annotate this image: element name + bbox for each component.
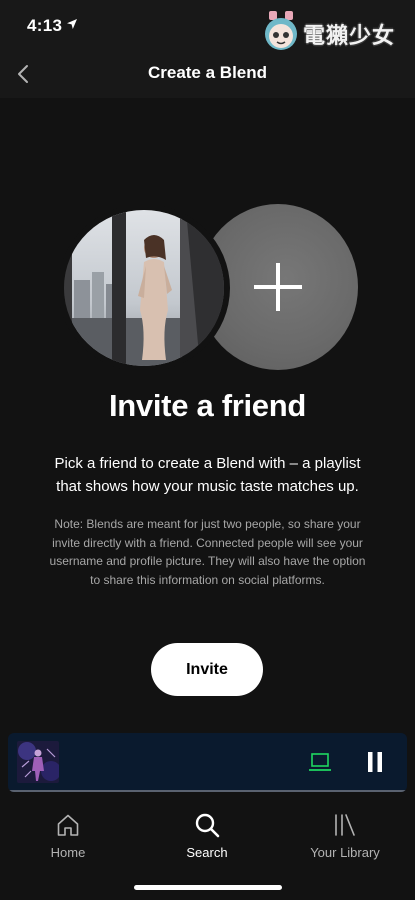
blend-avatars	[58, 204, 358, 372]
connect-device-icon[interactable]	[308, 750, 332, 774]
create-blend-screen: 4:13 電獺少女 Create a Blend Invite a friend…	[0, 0, 415, 900]
library-icon	[335, 814, 355, 836]
playback-progress-track	[8, 790, 407, 792]
privacy-note: Note: Blends are meant for just two peop…	[49, 517, 366, 587]
nav-header: Create a Blend	[0, 50, 415, 98]
search-icon	[195, 813, 220, 838]
mini-player[interactable]	[8, 733, 407, 792]
home-indicator	[134, 885, 282, 890]
home-icon	[57, 814, 79, 836]
tab-your-library[interactable]: Your Library	[285, 812, 405, 868]
watermark-logo: 電獺少女	[257, 8, 407, 54]
plus-icon	[254, 263, 302, 311]
watermark-text: 電獺少女	[303, 23, 396, 48]
tab-home[interactable]: Home	[8, 812, 128, 868]
blend-description: Pick a friend to create a Blend with – a…	[54, 455, 361, 495]
location-arrow-icon	[67, 19, 77, 29]
status-bar: 4:13 電獺少女	[0, 0, 415, 50]
tab-your-library-label: Your Library	[310, 845, 380, 860]
invite-button[interactable]: Invite	[151, 643, 263, 696]
profile-photo	[64, 210, 224, 366]
invite-heading: Invite a friend	[108, 388, 307, 423]
user-avatar	[58, 204, 230, 372]
tab-search-label: Search	[186, 845, 228, 860]
status-time: 4:13	[27, 16, 63, 35]
pause-icon[interactable]	[362, 749, 388, 775]
tab-search[interactable]: Search	[147, 812, 267, 868]
album-art	[17, 741, 59, 783]
mascot-icon	[265, 11, 297, 50]
tab-home-label: Home	[50, 845, 86, 860]
page-title: Create a Blend	[147, 63, 268, 82]
